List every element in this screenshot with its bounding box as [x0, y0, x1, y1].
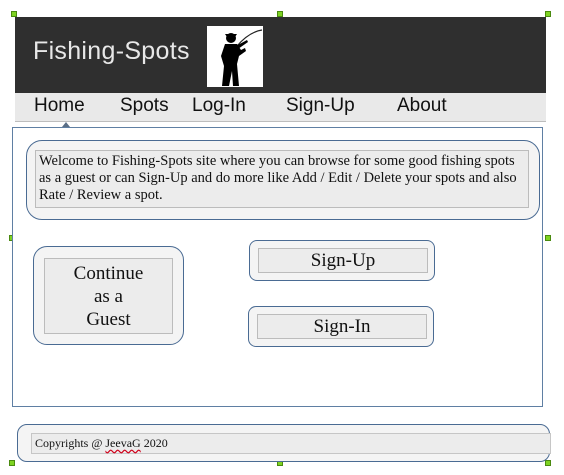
nav-item-about[interactable]: About: [397, 95, 447, 117]
guest-label-line2: as a: [93, 285, 123, 307]
nav-item-login[interactable]: Log-In: [192, 95, 246, 117]
sign-up-label: Sign-Up: [258, 248, 428, 273]
continue-as-guest-button[interactable]: Continue as a Guest: [33, 246, 184, 345]
copyright-text: Copyrights @ JeevaG 2020: [31, 433, 551, 454]
nav-item-spots[interactable]: Spots: [120, 95, 169, 117]
site-header: Fishing-Spots: [15, 17, 546, 93]
footer: Copyrights @ JeevaG 2020: [17, 424, 551, 462]
sign-in-button[interactable]: Sign-In: [248, 306, 434, 347]
nav-bar: Home Spots Log-In Sign-Up About: [15, 93, 546, 122]
resize-handle-bottom-left[interactable]: [9, 460, 15, 466]
welcome-box: Welcome to Fishing-Spots site where you …: [26, 140, 540, 220]
copyright-year: 2020: [140, 436, 168, 450]
resize-handle-bottom-right[interactable]: [545, 460, 551, 466]
sign-in-label: Sign-In: [257, 314, 427, 339]
nav-item-signup[interactable]: Sign-Up: [286, 95, 355, 117]
nav-item-home[interactable]: Home: [34, 95, 85, 117]
fisherman-silhouette-icon: [207, 26, 263, 87]
copyright-prefix: Copyrights @: [35, 436, 106, 450]
guest-label-line3: Guest: [86, 308, 131, 330]
welcome-text: Welcome to Fishing-Spots site where you …: [35, 150, 529, 208]
copyright-author: JeevaG: [105, 436, 141, 450]
resize-handle-middle-right[interactable]: [545, 235, 551, 241]
continue-as-guest-label: Continue as a Guest: [44, 258, 173, 334]
guest-label-line1: Continue: [73, 262, 144, 284]
site-title: Fishing-Spots: [33, 37, 190, 65]
sign-up-button[interactable]: Sign-Up: [249, 240, 435, 281]
